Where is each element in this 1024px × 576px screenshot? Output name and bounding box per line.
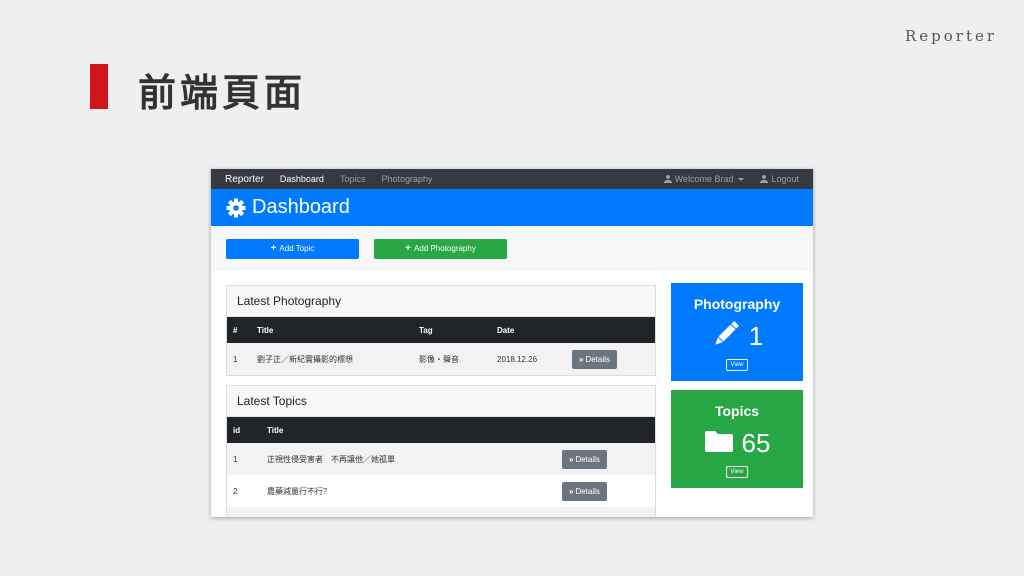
user-menu[interactable]: Welcome Brad (663, 174, 745, 184)
row-date: 2018.12.26 (497, 354, 538, 364)
folder-icon (704, 428, 734, 459)
navbar-brand[interactable]: Reporter (225, 174, 264, 185)
stat-title: Photography (693, 296, 781, 312)
photography-stat-card: Photography 1 View (671, 283, 803, 381)
row-title: 正視性侵受害者 不再讓他／她孤單 (267, 454, 395, 464)
details-label: Details (575, 486, 600, 496)
row-tag: 影像・聲音 (419, 354, 459, 364)
table-row: 1 劉子正／新紀實攝影的標想 影像・聲音 2018.12.26 » Details (227, 343, 655, 375)
nav-link-dashboard[interactable]: Dashboard (280, 174, 324, 184)
details-button[interactable]: » Details (562, 449, 607, 469)
column-header: # (233, 325, 238, 335)
page-header: Dashboard (211, 189, 813, 226)
user-icon (663, 175, 672, 183)
logout-label: Logout (771, 174, 799, 184)
column-header: Title (257, 325, 274, 335)
stat-title: Topics (714, 403, 760, 419)
page-title: Dashboard (252, 196, 350, 218)
latest-photography-card: Latest Photography # Title Tag Date 1 劉子… (226, 285, 656, 376)
navbar: Reporter Dashboard Topics Photography We… (211, 169, 813, 189)
table-row: 1 正視性侵受害者 不再讓他／她孤單 » Details (227, 443, 655, 475)
card-title: Latest Topics (227, 386, 655, 417)
view-button[interactable]: View (725, 466, 749, 478)
double-chevron-right-icon: » (569, 486, 574, 496)
topics-table: id Title 1 正視性侵受害者 不再讓他／她孤單 » Details 2 農… (227, 417, 655, 517)
nav-link-topics[interactable]: Topics (340, 174, 366, 184)
dashboard-content: Latest Photography # Title Tag Date 1 劉子… (211, 271, 813, 517)
table-row-partial (227, 507, 655, 517)
add-topic-label: Add Topic (279, 244, 315, 253)
column-header: Date (497, 325, 515, 335)
topics-stat-card: Topics 65 View (671, 390, 803, 488)
logout-link[interactable]: Logout (760, 174, 799, 184)
plus-icon: + (270, 243, 277, 254)
view-button[interactable]: View (725, 359, 749, 371)
double-chevron-right-icon: » (569, 454, 574, 464)
double-chevron-right-icon: » (579, 354, 584, 364)
plus-icon: + (405, 243, 411, 254)
slide-accent-bar (90, 64, 108, 109)
add-photography-button[interactable]: + Add Photography (374, 238, 507, 259)
add-topic-button[interactable]: + Add Topic (226, 238, 359, 259)
row-number: 1 (233, 354, 238, 364)
slide-brand: Reporter (905, 27, 998, 45)
row-id: 1 (233, 454, 238, 464)
caret-down-icon (738, 177, 745, 181)
pencil-icon (711, 319, 741, 354)
user-menu-label: Welcome Brad (674, 174, 734, 184)
table-row: 2 農藥減量行不行？ » Details (227, 475, 655, 507)
row-id: 2 (233, 486, 238, 496)
latest-topics-card: Latest Topics id Title 1 正視性侵受害者 不再讓他／她孤… (226, 385, 656, 517)
row-title: 農藥減量行不行？ (267, 486, 331, 496)
column-header: Tag (419, 325, 433, 335)
photography-table: # Title Tag Date 1 劉子正／新紀實攝影的標想 影像・聲音 20… (227, 317, 655, 375)
user-plus-icon (760, 175, 769, 183)
card-title: Latest Photography (227, 286, 655, 317)
stat-count: 65 (741, 427, 771, 458)
table-header-row: # Title Tag Date (227, 317, 655, 343)
add-photography-label: Add Photography (414, 244, 476, 253)
table-header-row: id Title (227, 417, 655, 443)
app-screenshot: Reporter Dashboard Topics Photography We… (211, 169, 813, 517)
column-header: id (233, 425, 241, 435)
slide-title: 前端頁面 (138, 70, 307, 115)
action-bar: + Add Topic + Add Photography (211, 226, 813, 271)
row-title: 劉子正／新紀實攝影的標想 (257, 354, 353, 364)
details-label: Details (575, 454, 600, 464)
details-button[interactable]: » Details (562, 481, 607, 501)
details-button[interactable]: » Details (572, 349, 617, 369)
details-label: Details (585, 354, 610, 364)
column-header: Title (267, 425, 284, 435)
gear-icon (226, 198, 246, 218)
stat-count: 1 (748, 320, 764, 351)
nav-link-photography[interactable]: Photography (381, 174, 432, 184)
